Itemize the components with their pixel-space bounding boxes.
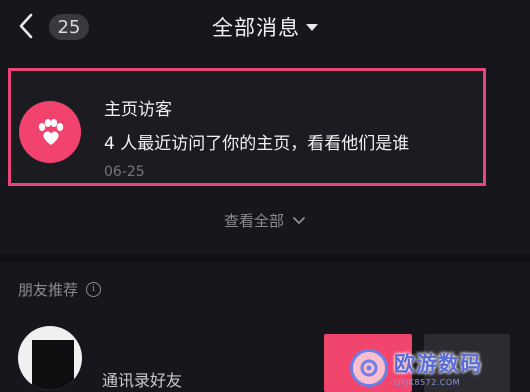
title-dropdown[interactable]: 全部消息 [0,12,530,42]
chevron-down-icon [292,216,306,226]
watermark: 欧游数码 OYJK8572.COM [350,343,530,392]
card-description: 4 人最近访问了你的主页，看看他们是谁 [104,134,410,154]
watermark-url: OYJK8572.COM [394,378,461,387]
card-date: 06-25 [104,164,145,180]
page-title: 全部消息 [212,16,300,40]
watermark-name: 欧游数码 [394,352,482,376]
view-all-label: 查看全部 [223,212,284,230]
paw-icon [19,101,81,163]
section-divider [0,254,530,262]
homepage-visitors-card[interactable]: 主页访客 4 人最近访问了你的主页，看看他们是谁 06-25 [8,68,486,186]
top-bar: 25 全部消息 [0,0,530,58]
caret-down-icon [306,23,318,31]
avatar[interactable] [18,326,82,390]
view-all-link[interactable]: 查看全部 [0,210,530,231]
info-icon[interactable]: i [86,282,102,297]
watermark-logo-icon [350,348,388,387]
friend-subtitle: 通讯录好友 [102,371,183,390]
card-title: 主页访客 [104,100,172,120]
section-title: 朋友推荐 [18,281,79,299]
friends-recommend-header: 朋友推荐 i [18,279,102,300]
avatar-redaction [32,340,74,390]
